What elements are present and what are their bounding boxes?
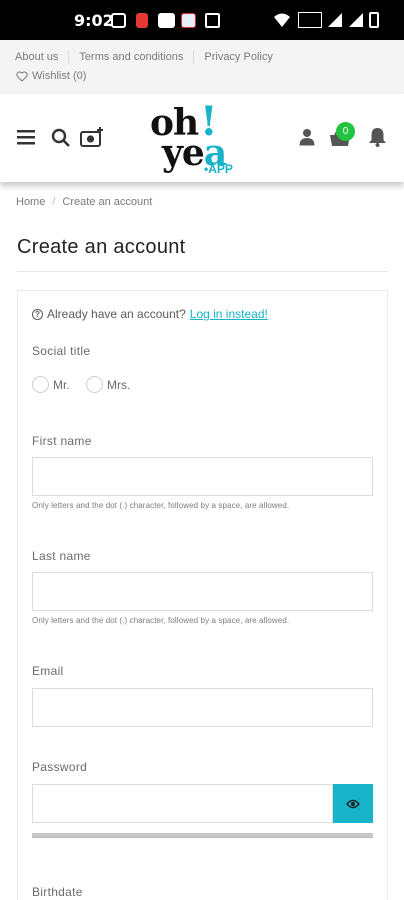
- heart-icon: [16, 70, 28, 82]
- terms-link[interactable]: Terms and conditions: [68, 51, 193, 64]
- first-name-field[interactable]: [32, 457, 373, 496]
- logo-app: •APP: [204, 162, 233, 176]
- about-us-link[interactable]: About us: [15, 51, 68, 64]
- page-title: Create an account: [17, 236, 186, 258]
- radio-mrs[interactable]: Mrs.: [86, 376, 130, 393]
- last-name-field[interactable]: [32, 572, 373, 611]
- create-account-form: ? Already have an account? Log in instea…: [17, 290, 388, 900]
- email-field[interactable]: [32, 688, 373, 727]
- status-bar: 9:02: [0, 0, 404, 40]
- privacy-link[interactable]: Privacy Policy: [193, 51, 282, 64]
- eye-icon: [346, 799, 360, 808]
- app-notification-icon: [136, 13, 148, 28]
- login-link[interactable]: Log in instead!: [190, 307, 268, 321]
- camera-search-icon[interactable]: [80, 126, 104, 148]
- site-logo[interactable]: oh ! yea •APP: [150, 98, 246, 178]
- radio-mr-circle[interactable]: [32, 376, 49, 393]
- youtube-icon: [158, 13, 175, 28]
- breadcrumb-current[interactable]: Create an account: [62, 196, 152, 208]
- email-label: Email: [32, 664, 64, 678]
- last-name-hint: Only letters and the dot (.) character, …: [32, 616, 290, 625]
- password-strength-meter: [32, 833, 373, 838]
- bell-icon[interactable]: [368, 127, 387, 147]
- question-icon: ?: [32, 308, 43, 320]
- cart-count-badge: 0: [336, 122, 355, 141]
- radio-mr-label: Mr.: [53, 377, 70, 392]
- breadcrumb-separator: /: [52, 196, 56, 208]
- wishlist-label: Wishlist (0): [32, 70, 87, 82]
- battery-icon: [369, 12, 379, 28]
- app-notification-icon-2: [181, 13, 196, 28]
- volte-icon: [298, 12, 322, 28]
- radio-mrs-circle[interactable]: [86, 376, 103, 393]
- radio-mrs-label: Mrs.: [107, 377, 131, 392]
- login-prompt: Already have an account?: [47, 307, 186, 321]
- breadcrumb-home[interactable]: Home: [16, 196, 45, 208]
- wishlist-link[interactable]: Wishlist (0): [16, 70, 86, 82]
- last-name-label: Last name: [32, 549, 91, 563]
- wifi-icon: [274, 13, 290, 27]
- status-time: 9:02: [74, 11, 114, 30]
- password-label: Password: [32, 760, 88, 774]
- logo-ye: ye: [162, 132, 205, 174]
- birthdate-label: Birthdate: [32, 885, 83, 899]
- menu-icon[interactable]: [17, 130, 35, 145]
- signal-icon-2: [349, 13, 363, 27]
- signal-icon: [328, 13, 342, 27]
- breadcrumb: Home / Create an account: [16, 196, 152, 208]
- password-field[interactable]: [32, 784, 333, 823]
- first-name-label: First name: [32, 434, 92, 448]
- login-hint: ? Already have an account? Log in instea…: [32, 307, 268, 321]
- social-title-label: Social title: [32, 344, 91, 358]
- gmail-icon: [205, 13, 220, 28]
- radio-mr[interactable]: Mr.: [32, 376, 70, 393]
- user-icon[interactable]: [299, 128, 315, 146]
- show-password-button[interactable]: [333, 784, 373, 823]
- notification-icon: [111, 13, 126, 28]
- top-links-bar: About us Terms and conditions Privacy Po…: [0, 40, 404, 94]
- first-name-hint: Only letters and the dot (.) character, …: [32, 501, 290, 510]
- title-divider: [17, 271, 388, 272]
- search-icon[interactable]: [51, 128, 70, 147]
